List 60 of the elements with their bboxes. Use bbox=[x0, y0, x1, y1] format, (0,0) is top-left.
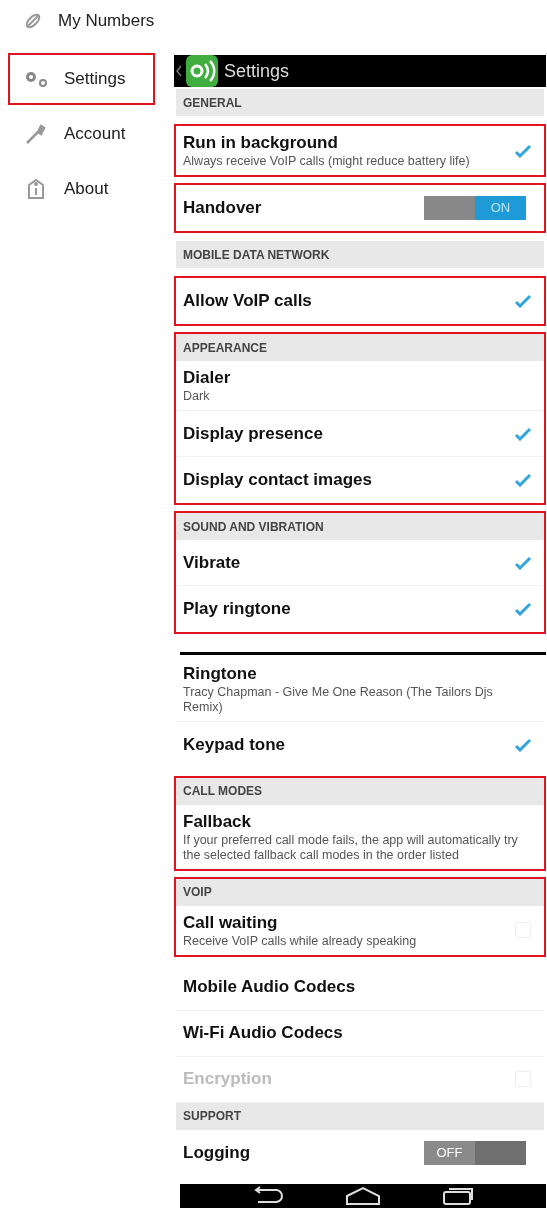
settings-row[interactable]: Play ringtone bbox=[176, 586, 544, 632]
setting-summary: If your preferred call mode fails, the app will automatically try the selected fallback call modes in the order listed bbox=[183, 832, 519, 863]
setting-title: Play ringtone bbox=[183, 598, 291, 620]
setting-summary: Always receive VoIP calls (might reduce battery life) bbox=[183, 154, 471, 169]
settings-row[interactable]: Display contact images bbox=[176, 457, 544, 503]
sidebar-item[interactable]: My Numbers bbox=[8, 0, 155, 47]
sidebar-item[interactable]: Settings bbox=[8, 53, 155, 105]
setting-title: Wi-Fi Audio Codecs bbox=[183, 1022, 343, 1045]
setting-title: Handover bbox=[183, 197, 262, 219]
setting-title: Keypad tone bbox=[183, 733, 286, 756]
section-header: CALL MODES bbox=[183, 783, 263, 801]
checkmark-icon[interactable] bbox=[514, 426, 532, 441]
section-header: SOUND AND VIBRATION bbox=[183, 518, 324, 536]
settings-row[interactable]: Vibrate bbox=[176, 540, 544, 586]
settings-row[interactable]: Call waiting Receive VoIP calls while already speaking bbox=[176, 905, 544, 955]
setting-title: Display presence bbox=[183, 422, 323, 445]
section-header: VOIP bbox=[183, 884, 212, 902]
setting-summary: Tracy Chapman - Give Me One Reason (The Tailors Djs Remix) bbox=[183, 684, 494, 715]
checkmark-icon[interactable] bbox=[514, 737, 532, 752]
settings-row[interactable]: Dialer Dark bbox=[176, 361, 544, 411]
setting-summary: Receive VoIP calls while already speaking bbox=[183, 933, 418, 949]
settings-row[interactable]: Handover ON bbox=[176, 185, 544, 231]
setting-title: Fallback bbox=[183, 810, 253, 833]
sidebar-item[interactable]: About bbox=[8, 163, 155, 215]
setting-title: Vibrate bbox=[183, 551, 241, 574]
setting-summary: Dark bbox=[183, 389, 211, 404]
checkmark-icon[interactable] bbox=[514, 294, 532, 308]
screen-title: Settings bbox=[224, 59, 290, 83]
setting-title: Display contact images bbox=[183, 469, 372, 491]
app-logo-icon bbox=[186, 55, 218, 87]
section-header: MOBILE DATA NETWORK bbox=[183, 246, 330, 264]
settings-row[interactable]: Run in background Always receive VoIP calls (might reduce battery life) bbox=[176, 126, 544, 175]
setting-title: Call waiting bbox=[183, 911, 279, 934]
settings-row[interactable]: Keypad tone bbox=[176, 721, 544, 768]
checkmark-icon[interactable] bbox=[514, 473, 532, 487]
setting-title: Mobile Audio Codecs bbox=[183, 976, 356, 999]
checkmark-icon[interactable] bbox=[514, 555, 532, 570]
recent-apps-icon[interactable] bbox=[441, 1185, 476, 1206]
checkmark-icon[interactable] bbox=[514, 143, 532, 158]
settings-row[interactable]: Logging OFF bbox=[176, 1129, 544, 1176]
tool-icon bbox=[24, 122, 48, 146]
tag-icon bbox=[25, 177, 47, 201]
home-icon[interactable] bbox=[345, 1185, 381, 1206]
setting-title: Run in background bbox=[183, 132, 339, 154]
section-header: GENERAL bbox=[183, 94, 242, 112]
sidebar-item[interactable]: Account bbox=[8, 108, 155, 160]
settings-row[interactable]: Wi-Fi Audio Codecs bbox=[176, 1010, 544, 1057]
settings-row[interactable]: Fallback If your preferred call mode fails, the app will automatically try the selected fallback call modes in the order listed bbox=[176, 804, 544, 869]
checkmark-icon[interactable] bbox=[514, 602, 532, 616]
setting-title: Ringtone bbox=[183, 662, 258, 685]
settings-row[interactable]: Ringtone Tracy Chapman - Give Me One Reason (The Tailors Djs Remix) bbox=[176, 656, 544, 722]
setting-title: Logging bbox=[183, 1141, 251, 1164]
section-header: SUPPORT bbox=[183, 1108, 241, 1126]
settings-row[interactable]: Allow VoIP calls bbox=[176, 278, 544, 324]
settings-row[interactable]: Mobile Audio Codecs bbox=[176, 964, 544, 1011]
setting-title: Encryption bbox=[183, 1068, 272, 1091]
setting-title: Dialer bbox=[183, 367, 231, 389]
section-header: APPEARANCE bbox=[183, 339, 267, 357]
settings-row[interactable]: Display presence bbox=[176, 411, 544, 457]
setting-title: Allow VoIP calls bbox=[183, 290, 312, 312]
